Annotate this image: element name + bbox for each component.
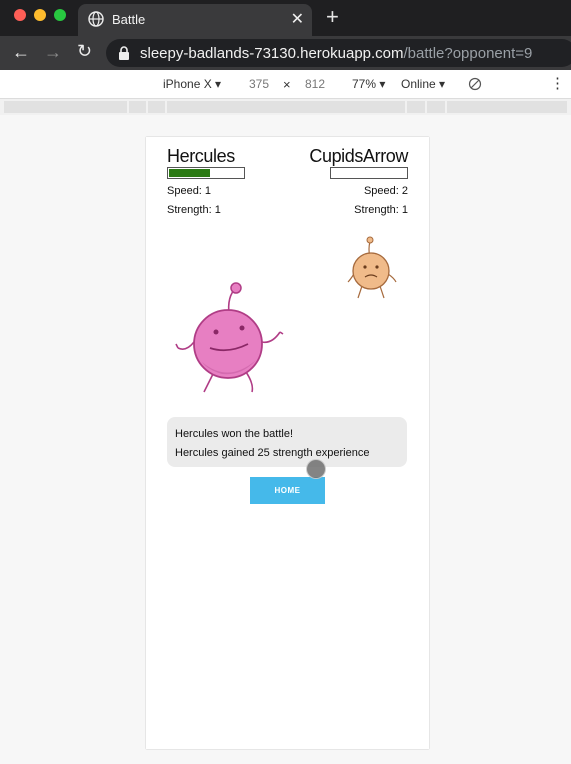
url-host: sleepy-badlands-73130.herokuapp.com [140, 45, 404, 62]
url-text: sleepy-badlands-73130.herokuapp.com/batt… [140, 45, 532, 62]
battle-message-result: Hercules won the battle! [175, 428, 294, 440]
zoom-select[interactable]: 77% ▾ [352, 77, 385, 91]
player-health-bar [167, 167, 245, 179]
browser-tab[interactable]: Battle ✕ [78, 4, 312, 36]
lock-icon [119, 46, 129, 60]
tab-title: Battle [112, 12, 146, 27]
rotate-icon[interactable] [468, 77, 482, 91]
viewport-height[interactable]: 812 [305, 77, 325, 91]
network-throttle-select[interactable]: Online ▾ [401, 77, 445, 91]
reload-icon[interactable]: ↻ [77, 41, 92, 62]
close-window-button[interactable] [14, 9, 26, 21]
battle-message-experience: Hercules gained 25 strength experience [175, 447, 370, 459]
browser-tab-bar: Battle ✕ + [0, 0, 571, 36]
more-options-icon[interactable]: ⋮ [550, 74, 565, 92]
opponent-speed: Speed: 2 [363, 185, 408, 197]
media-query-ruler [0, 99, 571, 115]
opponent-name: CupidsArrow [309, 146, 408, 166]
dimension-separator: × [283, 77, 291, 92]
player-strength: Strength: 1 [167, 204, 221, 216]
device-toolbar: iPhone X ▾ 375 × 812 77% ▾ Online ▾ ⋮ [0, 70, 571, 99]
player-name: Hercules [167, 146, 235, 166]
home-button[interactable]: HOME [250, 477, 325, 504]
viewport-width[interactable]: 375 [249, 77, 269, 91]
ruler-segment[interactable] [4, 101, 127, 113]
minimize-window-button[interactable] [34, 9, 46, 21]
opponent-strength: Strength: 1 [354, 204, 408, 216]
new-tab-button[interactable]: + [326, 6, 339, 28]
globe-icon [88, 11, 104, 27]
ruler-segment[interactable] [447, 101, 567, 113]
address-bar[interactable]: sleepy-badlands-73130.herokuapp.com/batt… [106, 39, 571, 67]
url-path: /battle?opponent=9 [403, 45, 533, 62]
device-select[interactable]: iPhone X ▾ [163, 77, 221, 91]
player-speed: Speed: 1 [167, 185, 212, 197]
player-creature-image [175, 282, 284, 393]
ruler-segment[interactable] [407, 101, 425, 113]
ruler-segment[interactable] [129, 101, 146, 113]
ruler-segment[interactable] [167, 101, 405, 113]
ruler-segment[interactable] [148, 101, 165, 113]
opponent-health-bar [330, 167, 408, 179]
battle-message-box: Hercules won the battle! Hercules gained… [167, 417, 407, 467]
touch-cursor [306, 459, 326, 479]
device-viewport: Hercules CupidsArrow Speed: 1 Strength: … [146, 137, 429, 749]
forward-arrow-icon[interactable]: → [44, 42, 62, 63]
player-health-fill [169, 169, 210, 177]
opponent-creature-image [347, 236, 397, 299]
maximize-window-button[interactable] [54, 9, 66, 21]
back-arrow-icon[interactable]: ← [12, 42, 30, 63]
browser-toolbar: ← → ↻ sleepy-badlands-73130.herokuapp.co… [0, 36, 571, 70]
close-tab-icon[interactable]: ✕ [291, 9, 304, 29]
ruler-segment[interactable] [427, 101, 445, 113]
